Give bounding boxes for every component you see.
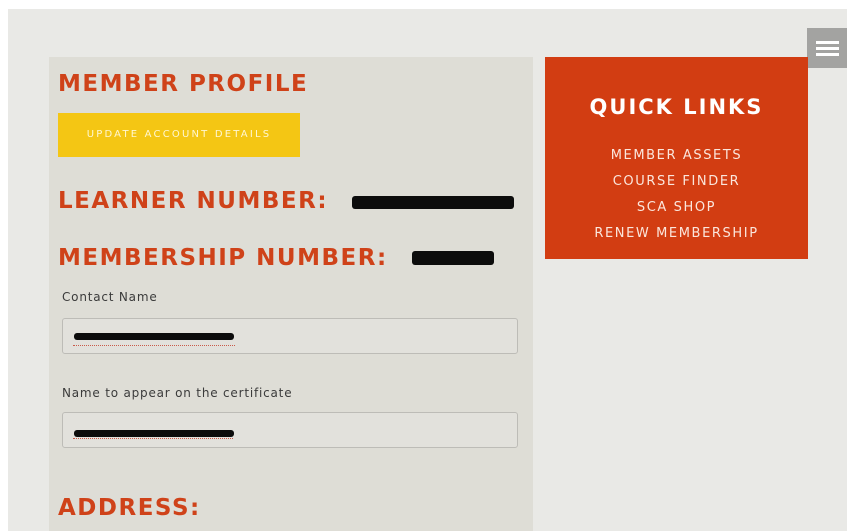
contact-name-label: Contact Name xyxy=(62,290,158,304)
update-account-details-button[interactable]: UPDATE ACCOUNT DETAILS xyxy=(58,113,300,157)
quick-link-member-assets[interactable]: MEMBER ASSETS xyxy=(545,148,808,163)
spellcheck-underline xyxy=(73,344,235,346)
certificate-name-label: Name to appear on the certificate xyxy=(62,386,293,400)
contact-name-redaction xyxy=(74,333,234,340)
membership-number-redaction xyxy=(412,251,494,265)
quick-links-title: QUICK LINKS xyxy=(589,95,764,119)
spellcheck-underline xyxy=(73,437,233,439)
menu-button[interactable] xyxy=(807,28,847,68)
quick-link-renew-membership[interactable]: RENEW MEMBERSHIP xyxy=(545,226,808,241)
quick-link-sca-shop[interactable]: SCA SHOP xyxy=(545,200,808,215)
quick-links-panel: QUICK LINKS MEMBER ASSETS COURSE FINDER … xyxy=(545,57,808,259)
quick-link-course-finder[interactable]: COURSE FINDER xyxy=(545,174,808,189)
certificate-name-redaction xyxy=(74,430,234,437)
learner-number-heading: LEARNER NUMBER: xyxy=(58,188,329,214)
address-heading: ADDRESS: xyxy=(58,495,201,521)
learner-number-redaction xyxy=(352,196,514,209)
member-profile-title: MEMBER PROFILE xyxy=(58,71,309,97)
membership-number-heading: MEMBERSHIP NUMBER: xyxy=(58,245,388,271)
